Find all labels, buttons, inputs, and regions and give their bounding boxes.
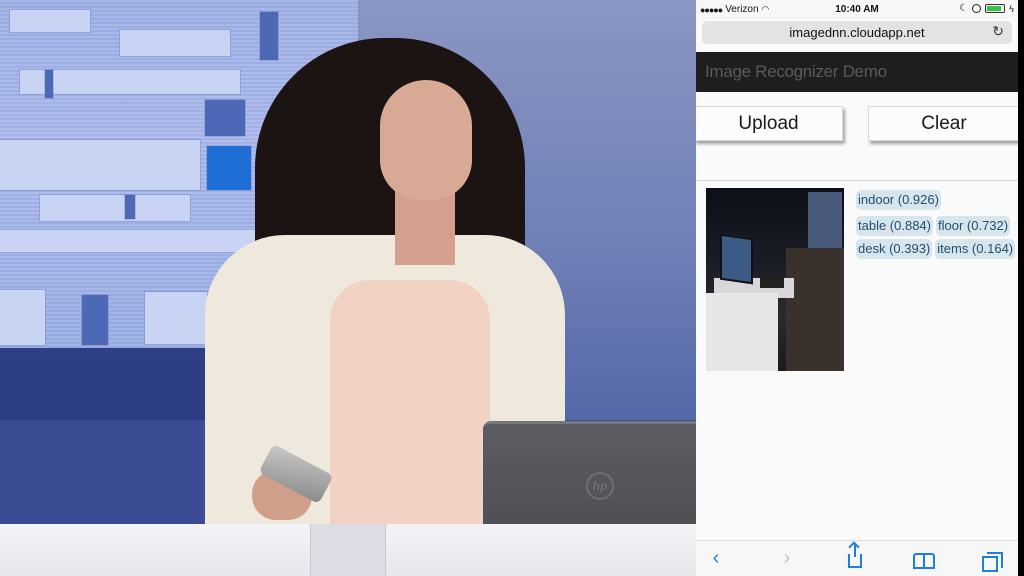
backdrop-block [125, 195, 135, 219]
backdrop-block [82, 295, 108, 345]
presentation-stage-video: hp [0, 0, 696, 576]
image-monitor [720, 233, 753, 285]
tag-indoor: indoor (0.926) [856, 190, 941, 210]
backdrop-block [260, 12, 278, 60]
bookmarks-book-icon[interactable] [912, 547, 936, 569]
address-bar[interactable]: imagednn.cloudapp.net ↻ [702, 21, 1012, 44]
image-keyboard [760, 274, 784, 288]
upload-button[interactable]: Upload [696, 106, 843, 141]
back-chevron-icon[interactable]: ‹ [704, 547, 728, 570]
phone-bezel-edge [1018, 0, 1024, 576]
share-box [848, 543, 862, 568]
presenter-top [330, 280, 490, 530]
backdrop-block [0, 140, 200, 190]
backdrop-block [20, 70, 240, 94]
app-header: Image Recognizer Demo [696, 52, 1018, 92]
reload-icon[interactable]: ↻ [992, 23, 1004, 40]
laptop: hp [483, 421, 696, 526]
backdrop-block [205, 100, 245, 136]
tag-desk: desk (0.393) [856, 239, 933, 259]
backdrop-block [120, 30, 230, 56]
image-floor [786, 248, 844, 371]
phone-screen: ●●●●● Verizon ◠ 10:40 AM ☾ ϟ imagednn.cl… [696, 0, 1018, 576]
book-shape [913, 553, 935, 569]
backdrop-block [0, 290, 45, 345]
podium-seam [310, 524, 386, 576]
presenter-face [380, 80, 472, 200]
forward-chevron-icon[interactable]: › [775, 547, 799, 570]
share-icon[interactable] [843, 543, 867, 568]
tag-floor: floor (0.732) [936, 216, 1011, 236]
backdrop-block [10, 10, 90, 32]
browser-toolbar: ‹ › [696, 540, 1018, 576]
hp-logo-icon: hp [586, 472, 614, 500]
backdrop-block [207, 146, 251, 190]
backdrop-block [40, 195, 190, 221]
recognition-tags: indoor (0.926) table (0.884) floor (0.73… [856, 190, 1018, 259]
image-wall-screen [808, 192, 842, 248]
share-arrow [854, 543, 856, 557]
image-desk-front [706, 293, 778, 371]
tag-table: table (0.884) [856, 216, 933, 236]
tabs-icon[interactable] [980, 547, 1004, 572]
status-indicators: ☾ ϟ [959, 3, 1014, 14]
url-text[interactable]: imagednn.cloudapp.net [702, 25, 1012, 40]
orientation-lock-icon [972, 4, 982, 13]
clear-button[interactable]: Clear [868, 106, 1018, 141]
status-bar: ●●●●● Verizon ◠ 10:40 AM ☾ ϟ [696, 0, 1018, 19]
battery-level-fill [987, 6, 1001, 11]
battery-icon [985, 4, 1006, 13]
tabs-shape [982, 552, 1003, 572]
app-title: Image Recognizer Demo [705, 62, 887, 81]
uploaded-image-thumbnail [706, 188, 844, 371]
divider [696, 180, 1018, 181]
backdrop-block [45, 70, 53, 98]
tag-items: items (0.164) [935, 239, 1016, 259]
charging-bolt-icon: ϟ [1009, 3, 1014, 14]
backdrop-block [145, 292, 207, 344]
do-not-disturb-moon-icon: ☾ [959, 3, 969, 14]
